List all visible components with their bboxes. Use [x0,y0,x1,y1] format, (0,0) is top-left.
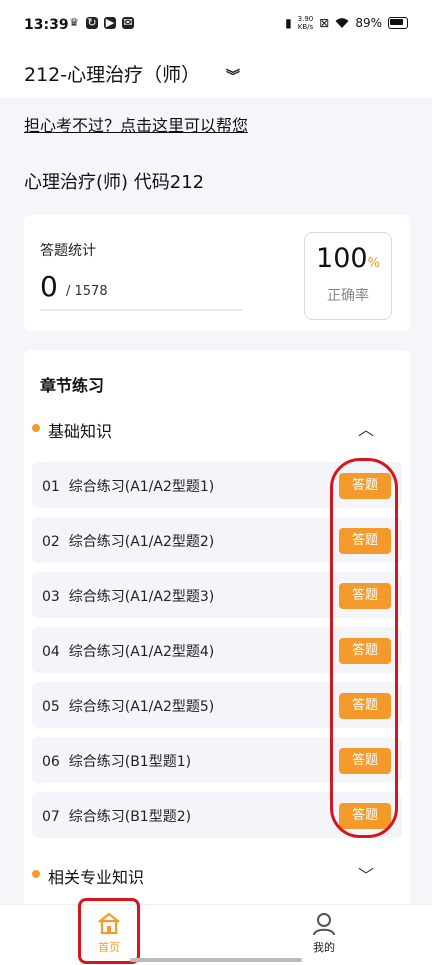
nav-mine[interactable]: 我的 [294,911,354,961]
crown-icon: ♛ [69,16,79,29]
media-notification-icon: ▶ [104,16,116,29]
sim-icon: ⊠ [319,16,330,30]
exercise-label: 07 综合练习(B1型题2) [42,806,191,826]
help-link[interactable]: 担心考不过？点击这里可以帮您 [24,112,248,136]
net-speed: 3.90 KB/s [298,15,314,31]
exercise-label: 02 综合练习(A1/A2型题2) [42,531,214,551]
message-notification-icon: ✉ [122,16,134,29]
accuracy-box: 100% 正确率 [304,232,392,320]
app-notification-icon: ↻ [86,16,98,29]
exercise-index: 05 [42,699,60,715]
exercise-label: 06 综合练习(B1型题1) [42,751,191,771]
exercise-index: 01 [42,479,60,495]
top-bar: 212-心理治疗（师） ︾ [0,50,432,98]
exercise-index: 03 [42,589,60,605]
section-label: 基础知识 [48,422,113,441]
stats-progress-track [40,309,242,311]
section-header-related[interactable]: 相关专业知识 ﹀ [32,860,402,890]
status-notification-icons: ♛ ↻ ▶ ✉ [68,17,134,29]
exercise-name: 综合练习(B1型题1) [68,754,192,770]
exercise-label: 01 综合练习(A1/A2型题1) [42,476,214,496]
status-bar: 13:39 ♛ ↻ ▶ ✉ ▮ 3.90 KB/s ⊠ 89% [0,0,432,50]
chevron-down-icon[interactable]: ﹀ [358,862,374,886]
accuracy-label: 正确率 [327,288,369,304]
annotation-highlight-home [78,898,140,964]
stats-label: 答题统计 [40,243,96,259]
exercise-name: 综合练习(B1型题2) [68,809,192,825]
section-dot [32,424,40,432]
chapter-title: 章节练习 [40,376,105,395]
gesture-bar [130,958,302,962]
exercise-index: 07 [42,809,60,825]
status-time: 13:39 [24,17,69,33]
section-header-basic[interactable]: 基础知识 ︿ [32,414,402,444]
answer-stats-card: 答题统计 0 / 1578 100% 正确率 [24,215,410,331]
subject-title[interactable]: 212-心理治疗（师） [24,60,200,87]
double-chevron-down-icon[interactable]: ︾ [226,66,240,86]
wifi-icon [335,17,349,28]
exercise-index: 06 [42,754,60,770]
exercise-name: 综合练习(A1/A2型题1) [68,479,215,495]
chevron-up-icon[interactable]: ︿ [358,416,374,440]
battery-icon [388,17,408,29]
exercise-name: 综合练习(A1/A2型题5) [68,699,215,715]
exercise-index: 04 [42,644,60,660]
exercise-index: 02 [42,534,60,550]
page-heading: 心理治疗(师) 代码212 [24,172,205,193]
accuracy-value: 100 [316,243,368,274]
annotation-highlight-buttons [330,458,398,838]
accuracy-unit: % [367,256,380,271]
exercise-label: 03 综合练习(A1/A2型题3) [42,586,214,606]
user-icon [313,913,335,936]
net-speed-value: 3.90 [297,15,314,23]
section-dot [32,870,40,878]
status-right: ▮ 3.90 KB/s ⊠ 89% [285,15,408,31]
exercise-label: 04 综合练习(A1/A2型题4) [42,641,214,661]
net-speed-unit: KB/s [297,23,314,31]
battery-percent: 89% [355,16,382,30]
vibrate-icon: ▮ [285,16,292,30]
bottom-nav: 首页 我的 [0,904,432,965]
exercise-label: 05 综合练习(A1/A2型题5) [42,696,214,716]
answered-count: 0 [40,270,58,303]
section-label: 相关专业知识 [48,868,145,887]
total-count: / 1578 [66,284,108,299]
exercise-name: 综合练习(A1/A2型题3) [68,589,215,605]
accuracy-value-wrap: 100% [305,243,391,274]
nav-mine-label: 我的 [313,941,335,954]
exercise-name: 综合练习(A1/A2型题2) [68,534,215,550]
exercise-name: 综合练习(A1/A2型题4) [68,644,215,660]
